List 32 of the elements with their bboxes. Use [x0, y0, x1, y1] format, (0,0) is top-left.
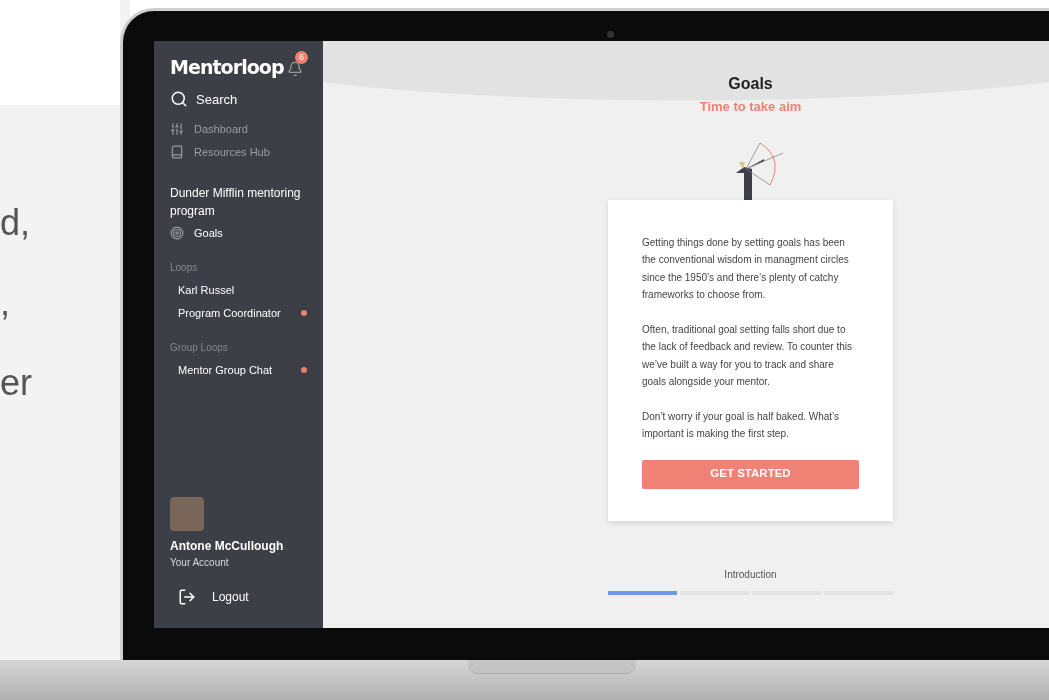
- loop-link[interactable]: Mentor Group Chat: [170, 361, 307, 378]
- backdrop-text: d,: [0, 205, 32, 245]
- progress-label: Introduction: [724, 567, 777, 582]
- loop-link[interactable]: Karl Russel: [170, 281, 307, 298]
- account-link[interactable]: Your Account: [170, 555, 307, 570]
- logout-icon: [178, 588, 196, 606]
- camera-icon: [607, 31, 614, 38]
- search-icon: [170, 90, 188, 109]
- page-subtitle: Time to take aim: [699, 98, 802, 116]
- backdrop-text: ,: [0, 285, 11, 325]
- book-icon: [170, 144, 184, 159]
- notification-badge: 6: [295, 51, 308, 65]
- intro-paragraph: Often, traditional goal setting falls short due to the lack of feedback and review. To counter this we’ve built a way for you to track and share goals alongside your mentor.: [642, 322, 853, 389]
- program-title: Dunder Mifflin mentoring program: [170, 185, 302, 220]
- logout-button[interactable]: Logout: [170, 588, 307, 606]
- section-heading: Loops: [170, 260, 199, 275]
- loop-link[interactable]: Program Coordinator: [170, 305, 307, 322]
- intro-paragraph: Getting things done by setting goals has been the conventional wisdom in managment circles since the 1950’s and there’s plenty of catchy frameworks to choose from.: [642, 235, 850, 302]
- account-name: Antone McCullough: [170, 538, 285, 555]
- section-heading: Group Loops: [170, 340, 229, 355]
- backdrop-text: er: [0, 365, 33, 405]
- target-icon: [170, 226, 184, 241]
- nav-link[interactable]: Dashboard: [170, 121, 307, 138]
- sliders-icon: [170, 122, 184, 137]
- logo: Mentorloop: [170, 55, 284, 80]
- nav-link[interactable]: Goals: [170, 225, 307, 242]
- bell-icon[interactable]: [287, 61, 303, 78]
- nav-link[interactable]: Resources Hub: [170, 143, 307, 160]
- intro-paragraph: Don’t worry if your goal is half baked. What’s important is making the first step.: [642, 409, 841, 441]
- page-title: Goals: [728, 74, 773, 94]
- avatar-placeholder: [170, 497, 204, 531]
- search-button[interactable]: Search: [170, 89, 307, 109]
